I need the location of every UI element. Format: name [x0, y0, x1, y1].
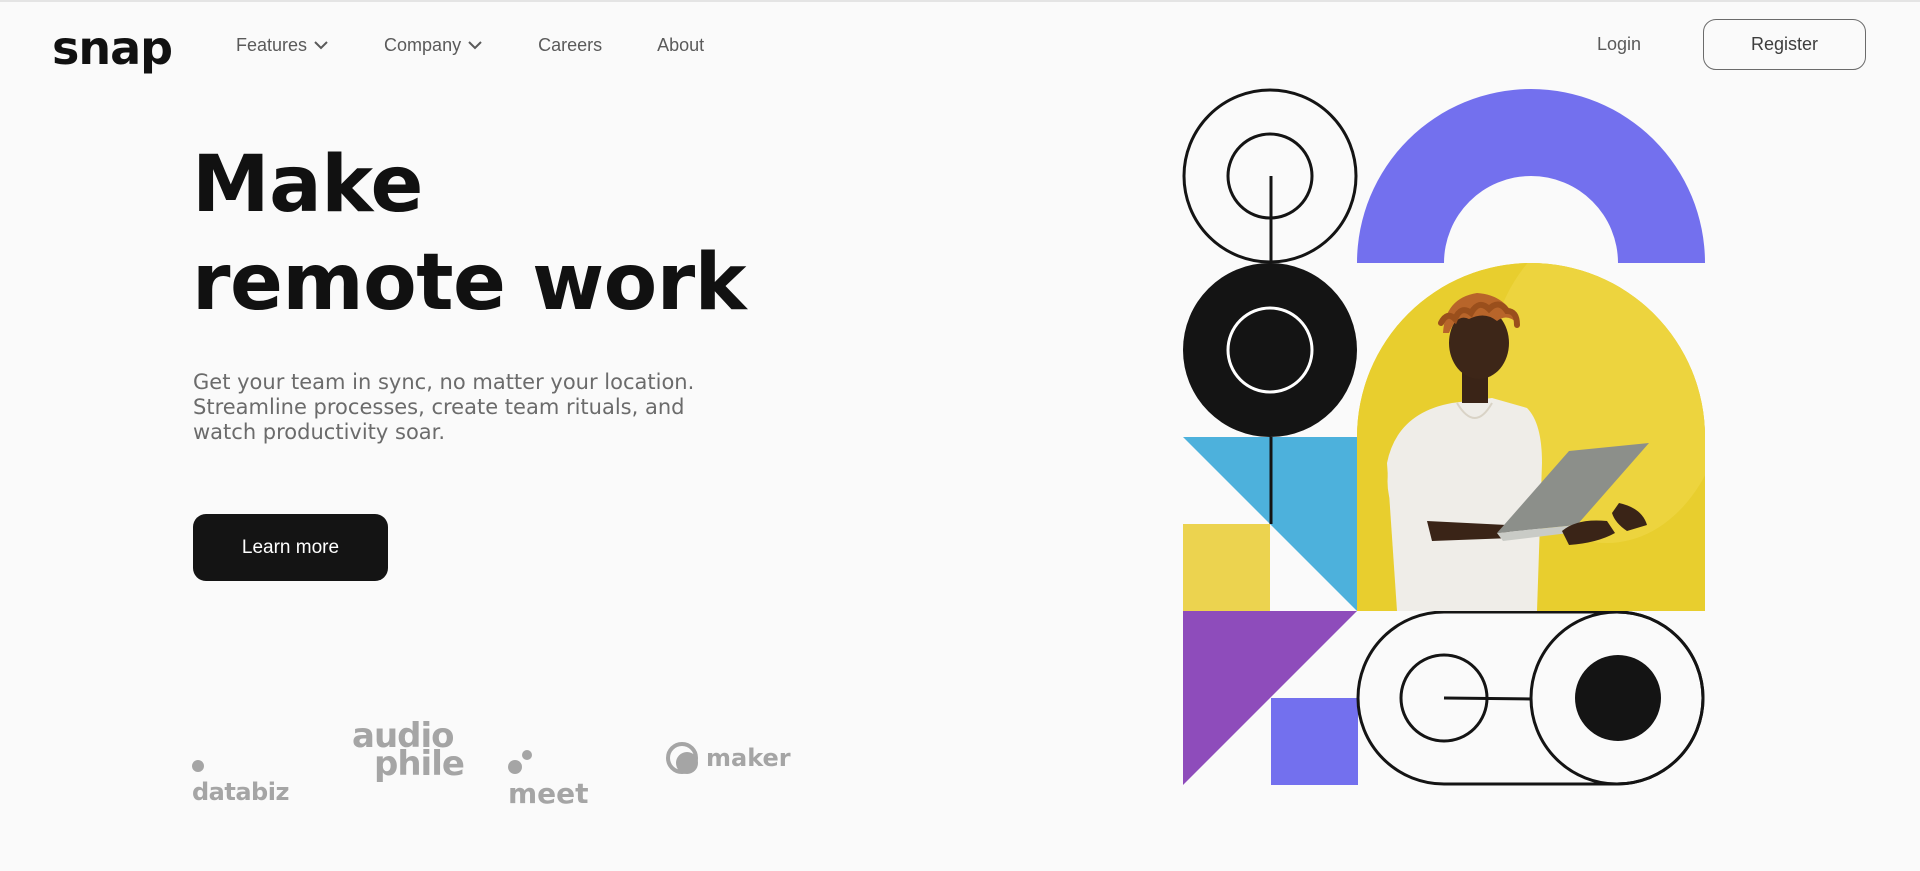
- black-circle: [1183, 263, 1357, 437]
- chevron-down-icon: [468, 41, 482, 50]
- audiophile-logo: audio phile: [352, 719, 465, 781]
- top-border: [0, 0, 1920, 2]
- meet-mark-icon: [508, 748, 534, 774]
- nav-item-careers[interactable]: Careers: [538, 35, 602, 56]
- meet-wordmark: meet: [508, 777, 589, 810]
- maker-mark-icon: [666, 742, 698, 774]
- nav-item-label: Features: [236, 34, 308, 55]
- nav-item-label: About: [657, 34, 705, 55]
- databiz-logo: databiz: [192, 750, 289, 806]
- brand-logo[interactable]: snap: [52, 18, 173, 78]
- nav-item-company[interactable]: Company: [384, 35, 483, 56]
- yellow-square: [1183, 524, 1270, 611]
- login-link[interactable]: Login: [1597, 34, 1641, 55]
- purple-arch-shape: [1357, 89, 1705, 263]
- person-with-laptop-image: [1357, 263, 1705, 611]
- headline-line-1: Make: [192, 140, 423, 230]
- hero-photo: [1357, 263, 1705, 611]
- nav-item-about[interactable]: About: [657, 35, 704, 56]
- chevron-down-icon: [314, 41, 328, 50]
- main-nav: Features Company Careers About: [236, 30, 759, 60]
- register-button[interactable]: Register: [1703, 19, 1866, 70]
- meet-logo: meet: [508, 744, 589, 810]
- nav-item-features[interactable]: Features: [236, 35, 329, 56]
- headline-line-2: remote work: [192, 238, 747, 328]
- nav-item-label: Company: [384, 34, 462, 55]
- maker-logo: maker: [666, 742, 791, 774]
- nav-item-label: Careers: [538, 34, 603, 55]
- maker-wordmark: maker: [706, 744, 791, 772]
- hero-subtext: Get your team in sync, no matter your lo…: [193, 370, 695, 444]
- hero-headline: Make remote work: [192, 136, 747, 332]
- learn-more-button[interactable]: Learn more: [193, 514, 388, 581]
- connector-line-bottom: [1443, 696, 1533, 701]
- purple-square: [1271, 698, 1358, 785]
- black-dot-bottom: [1575, 655, 1661, 741]
